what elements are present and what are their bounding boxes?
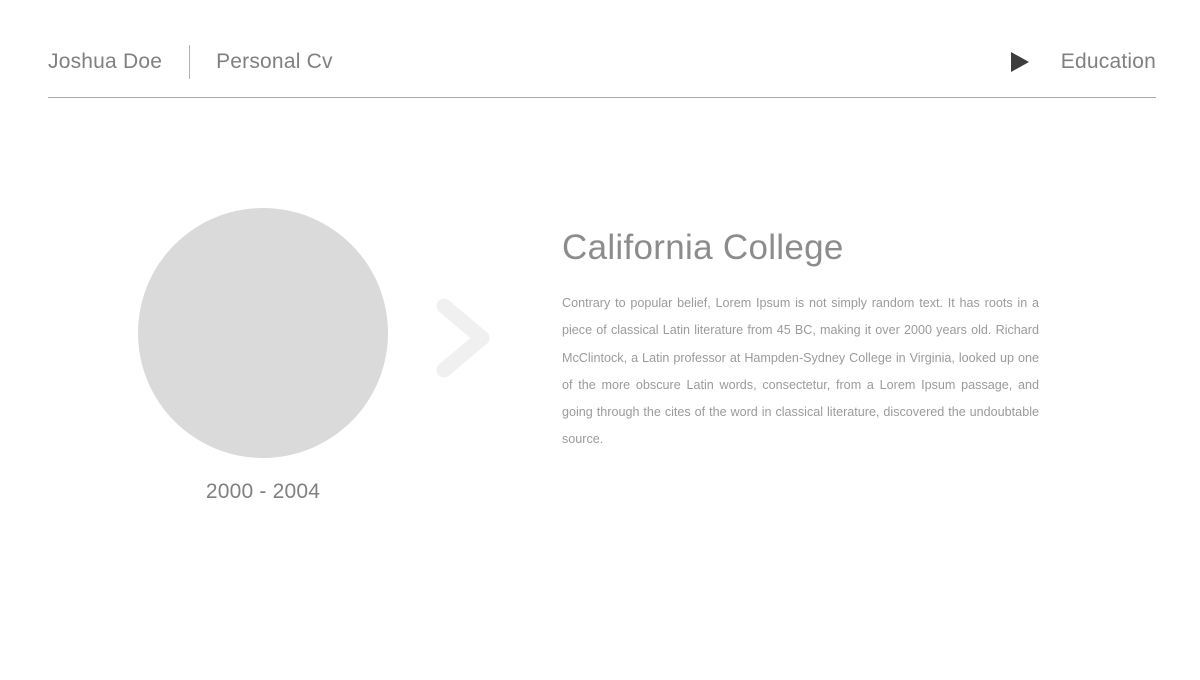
education-media-block: 2000 - 2004: [138, 208, 388, 504]
education-text-block: California College Contrary to popular b…: [562, 228, 1039, 453]
slide-content: 2000 - 2004 California College Contrary …: [0, 0, 1200, 680]
avatar-placeholder-circle: [138, 208, 388, 458]
school-description: Contrary to popular belief, Lorem Ipsum …: [562, 296, 1039, 447]
school-title: California College: [562, 228, 844, 267]
presentation-slide: Joshua Doe Personal Cv Education 2000 - …: [0, 0, 1200, 680]
chevron-right-icon: [436, 298, 496, 378]
date-range-label: 2000 - 2004: [205, 480, 321, 503]
